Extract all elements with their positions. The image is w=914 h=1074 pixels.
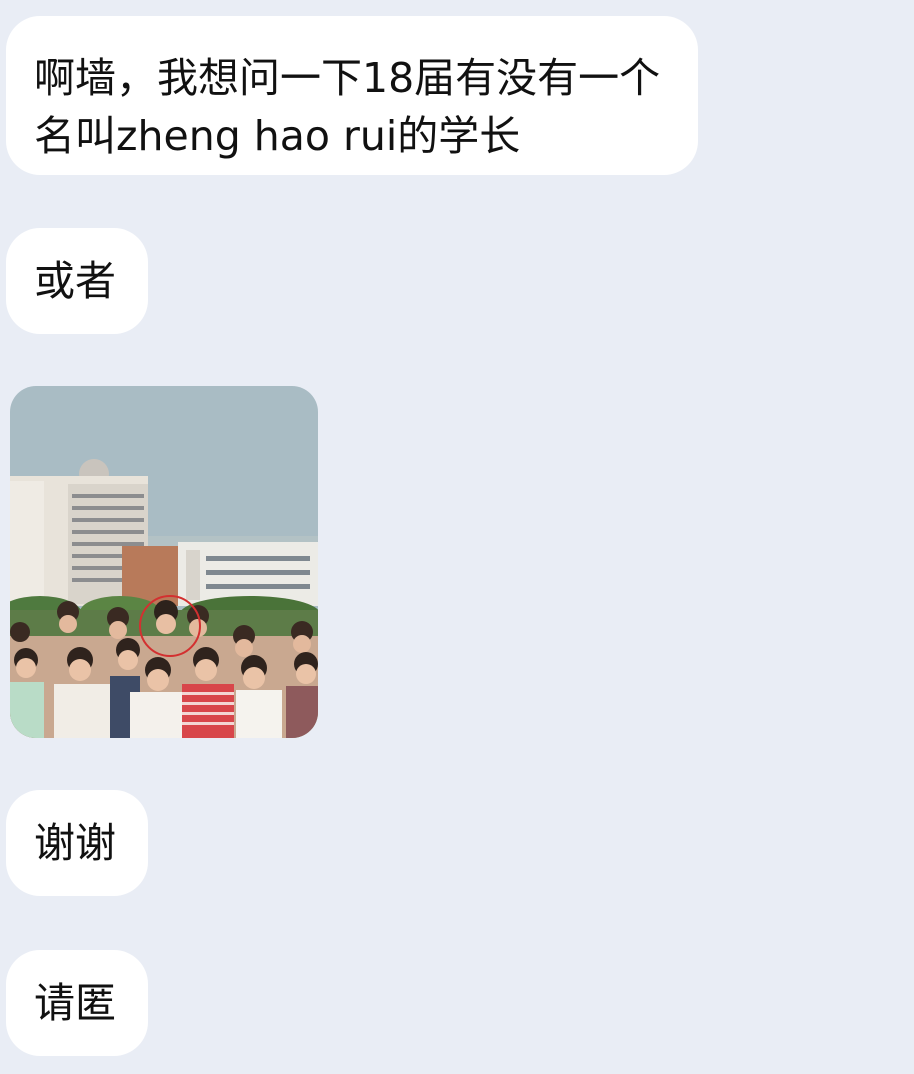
message-bubble-5[interactable]: 请匿 [6,950,148,1056]
message-text: 请匿 [34,979,116,1027]
message-text: 啊墙，我想问一下18届有没有一个名叫zheng hao rui的学长 [34,54,661,160]
message-text: 或者 [34,257,116,305]
message-bubble-2[interactable]: 或者 [6,228,148,334]
message-bubble-4[interactable]: 谢谢 [6,790,148,896]
photo-icon [10,386,318,738]
message-image-group-photo[interactable] [10,386,318,738]
message-bubble-1[interactable]: 啊墙，我想问一下18届有没有一个名叫zheng hao rui的学长 [6,16,698,175]
message-text: 谢谢 [34,819,116,867]
